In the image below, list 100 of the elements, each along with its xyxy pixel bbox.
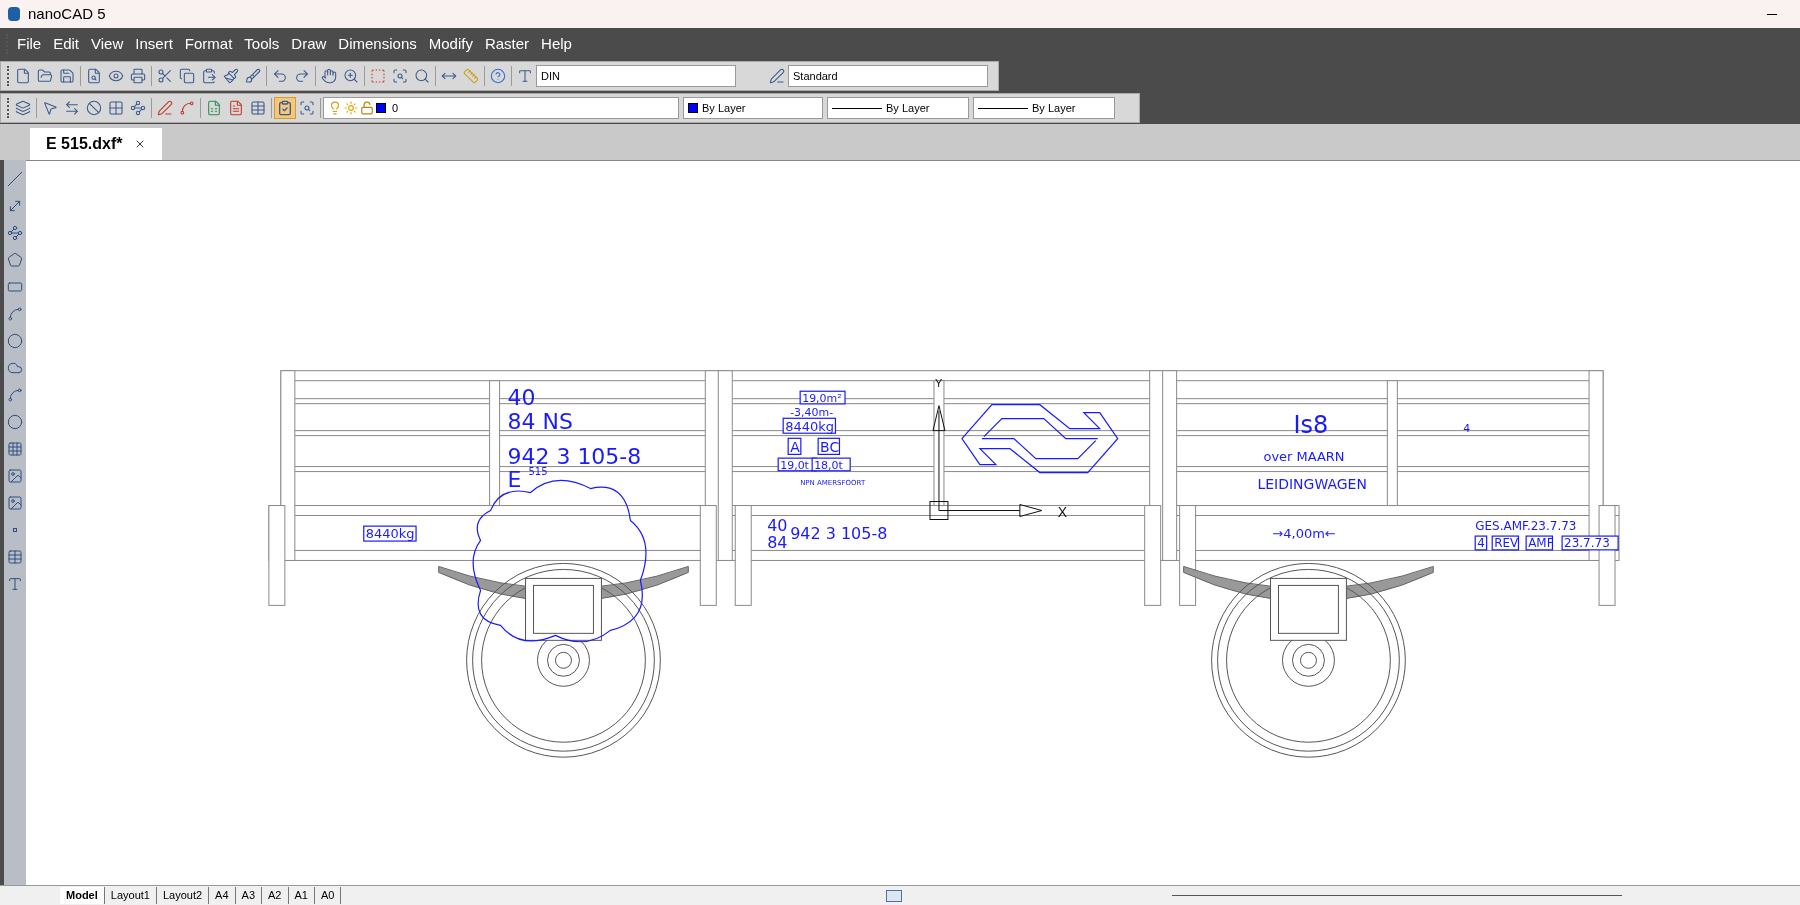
folder-icon [37, 68, 53, 84]
drawing-text: 942 3 105-8 [790, 524, 888, 544]
lightbulb-icon [328, 101, 342, 115]
scan-search-icon [392, 68, 408, 84]
menu-item[interactable]: Help [535, 32, 578, 56]
search-icon [414, 68, 430, 84]
app-logo-icon [8, 7, 20, 21]
scissors-icon [157, 68, 173, 84]
layer-field[interactable]: 0 [323, 97, 679, 119]
framed-drawing-text: 18,0t [811, 457, 851, 472]
line-sample-icon [978, 107, 1028, 109]
table-icon [250, 100, 266, 116]
table-icon [7, 549, 23, 565]
layout-tab[interactable]: Layout2 [156, 887, 210, 904]
window-title: nanoCAD 5 [28, 3, 106, 24]
image-icon [7, 495, 23, 511]
panel-icon [886, 889, 903, 902]
scrollbar[interactable] [1172, 895, 1623, 896]
help-icon [490, 68, 506, 84]
framed-drawing-text: 23.7.73 [1561, 535, 1619, 551]
sun-icon [344, 101, 358, 115]
drawing-text: 515 [528, 465, 548, 477]
clipboard-icon [201, 68, 217, 84]
pen-icon [769, 68, 785, 84]
axis-label: Y [934, 376, 943, 389]
text-style-field[interactable]: DIN [536, 65, 736, 87]
framed-drawing-text: 8440kg [782, 417, 837, 434]
hatch-icon [7, 441, 23, 457]
framed-drawing-text: 19,0m² [799, 390, 846, 405]
drawing-text: -3,40m- [790, 405, 834, 419]
grid-icon [108, 100, 124, 116]
framed-drawing-text: REV [1491, 535, 1520, 551]
linetype-field[interactable]: By Layer [827, 97, 969, 119]
curve-icon [7, 387, 23, 403]
diagonal-arrow-icon [7, 198, 23, 214]
arc-icon [7, 306, 23, 322]
lock-icon [360, 101, 374, 115]
framed-drawing-text: 4 [1474, 535, 1488, 551]
framed-drawing-text: 8440kg [363, 525, 417, 542]
document-magnifier-icon [86, 68, 102, 84]
line-sample-icon [832, 107, 882, 109]
framed-drawing-text: A [787, 437, 802, 455]
layout-tab[interactable]: A2 [262, 887, 289, 904]
copy-icon [179, 68, 195, 84]
spreadsheet-icon [206, 100, 222, 116]
waypoints-icon [130, 100, 146, 116]
drawing-text: GES.AMF.23.7.73 [1475, 519, 1577, 534]
dashed-square-icon [370, 68, 386, 84]
printer-icon [130, 68, 146, 84]
menu-item[interactable]: Dimensions [332, 32, 423, 56]
eye-icon [108, 68, 124, 84]
drawing-text: E [507, 466, 522, 492]
layout-tab[interactable]: A0 [314, 887, 342, 904]
framed-drawing-text: AMF [1525, 535, 1554, 551]
circle-icon [7, 333, 23, 349]
slashed-circle-icon [86, 100, 102, 116]
layout-tab[interactable]: Layout1 [104, 887, 157, 904]
cloud-icon [7, 360, 23, 376]
menu-item[interactable]: Raster [478, 32, 536, 56]
layout-tab[interactable]: A1 [288, 887, 315, 904]
menu-item[interactable]: Insert [129, 32, 179, 56]
text-icon [7, 576, 23, 592]
drawing-text: over MAARN [1263, 448, 1345, 464]
menu-item[interactable]: File [11, 32, 48, 56]
minimize-icon [1767, 13, 1777, 15]
lineweight-field[interactable]: By Layer [973, 97, 1115, 119]
drawing-text: 84 NS [507, 408, 573, 434]
polyline-icon [7, 225, 23, 241]
drawing-text: 84 [767, 533, 788, 553]
color-swatch-icon [688, 103, 698, 113]
dim-style-field[interactable]: Standard [788, 65, 988, 87]
menu-item[interactable]: Modify [422, 32, 479, 56]
menu-item[interactable]: Draw [285, 32, 333, 56]
pen-icon [157, 100, 173, 116]
framed-drawing-text: BC [817, 437, 841, 455]
drawing-text: 4 [1463, 421, 1471, 435]
line-icon [7, 171, 23, 187]
menu-item[interactable]: Edit [47, 32, 86, 56]
pointer-icon [42, 100, 58, 116]
double-arrow-icon [64, 100, 80, 116]
clipboard-check-icon [277, 100, 293, 116]
ruler-icon [463, 68, 479, 84]
properties-button[interactable] [274, 97, 296, 119]
text-icon [517, 68, 533, 84]
pentagon-icon [7, 252, 23, 268]
drawing-text: LEIDINGWAGEN [1257, 475, 1367, 492]
menu-item[interactable]: Tools [238, 32, 286, 56]
drawing-text: Is8 [1293, 410, 1329, 439]
drawing-text: →4,00m← [1272, 526, 1336, 542]
layout-tab[interactable]: A3 [235, 887, 263, 904]
color-field[interactable]: By Layer [683, 97, 823, 119]
menu-item[interactable]: Format [178, 32, 239, 56]
layout-tab[interactable]: A4 [209, 887, 236, 904]
document-tab[interactable]: E 515.dxf* [30, 128, 163, 160]
menu-item[interactable]: View [85, 32, 130, 56]
layout-tab[interactable]: Model [60, 887, 105, 904]
ellipse-icon [7, 414, 23, 430]
drawing-text: 40 [767, 516, 788, 536]
color-swatch-icon [376, 103, 386, 113]
layers-icon [15, 100, 31, 116]
